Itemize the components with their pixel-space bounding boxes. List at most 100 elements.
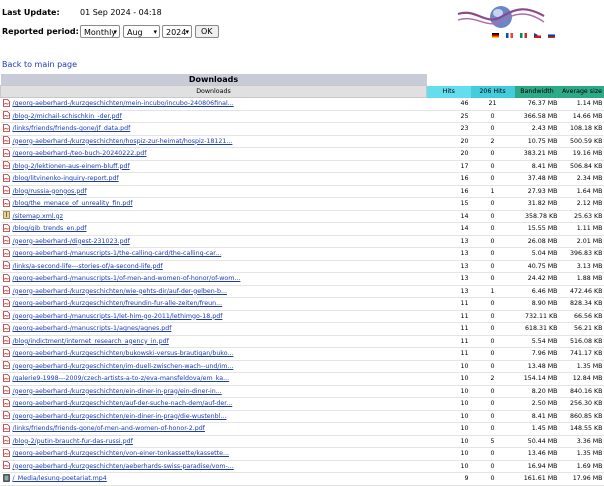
download-file-link[interactable]: /georg-aeberhard-/kurzgeschichten/wie-ge…: [13, 288, 227, 295]
download-file-link[interactable]: /blog/russia-gongos.pdf: [13, 188, 87, 195]
download-row: /links/a-second-life---stories-of/a-seco…: [1, 260, 604, 273]
download-hits-cell: 13: [427, 235, 471, 248]
download-file-link[interactable]: /georg-aeberhard-/kurzgeschichten/im-due…: [13, 363, 234, 370]
download-bandwidth-cell: 5.04 MB: [515, 248, 560, 261]
download-file-link[interactable]: /blog-2/michail-schischkin_-der.pdf: [13, 113, 122, 120]
download-file-link[interactable]: /georg-aeberhard-/kurzgeschichten/von-ei…: [13, 450, 230, 457]
download-file-link[interactable]: /blog/the_menace_of_unreality_fin.pdf: [13, 200, 133, 207]
download-206-hits-cell: 0: [471, 423, 515, 436]
download-file-link[interactable]: /links/friends/friends-gone/of-men-and-w…: [13, 425, 205, 432]
download-name-cell: /georg-aeberhard-/kurzgeschichten/ein-di…: [1, 410, 427, 423]
download-hits-cell: 16: [427, 173, 471, 186]
download-row: /georg-aeberhard-/kurzgeschichten/von-ei…: [1, 448, 604, 461]
download-file-link[interactable]: /_Media/lesung-poetariat.mp4: [13, 475, 107, 482]
download-file-link[interactable]: /georg-aeberhard-/digest-231023.pdf: [13, 238, 130, 245]
download-file-link[interactable]: /georg-aeberhard-/kurzgeschichten/bukows…: [13, 350, 234, 357]
download-file-link[interactable]: /georg-aeberhard-/manuscripts-1/agnes/ag…: [13, 325, 172, 332]
period-type-value: Monthly: [84, 28, 116, 37]
download-hits-cell: 25: [427, 110, 471, 123]
flag-it-icon[interactable]: [520, 33, 527, 38]
download-file-link[interactable]: /blog/litvinenko-inquiry-report.pdf: [13, 175, 119, 182]
col-average-size-header: Average size: [560, 86, 604, 98]
download-average-size-cell: 860.85 KB: [560, 410, 604, 423]
download-hits-cell: 20: [427, 135, 471, 148]
download-file-link[interactable]: /georg-aeberhard-/kurzgeschichten/ein-di…: [13, 413, 227, 420]
pdf-icon: [3, 99, 10, 107]
flag-fr-icon[interactable]: [506, 33, 513, 38]
download-file-link[interactable]: /georg-aeberhard-/kurzgeschichten/freund…: [13, 300, 223, 307]
download-206-hits-cell: 0: [471, 248, 515, 261]
download-file-link[interactable]: /georg-aeberhard-/manuscripts-1/the-call…: [13, 250, 222, 257]
download-file-link[interactable]: /links/friends/friends-gone/jf_data.pdf: [13, 125, 131, 132]
ok-button[interactable]: OK: [195, 25, 219, 38]
download-206-hits-cell: 0: [471, 235, 515, 248]
download-average-size-cell: 56.21 KB: [560, 323, 604, 336]
download-file-link[interactable]: /georg-aeberhard-/manuscripts-1/let-him-…: [13, 313, 223, 320]
col-bandwidth-header: Bandwidth: [515, 86, 560, 98]
download-average-size-cell: 741.17 KB: [560, 348, 604, 361]
download-average-size-cell: 1.64 MB: [560, 185, 604, 198]
download-206-hits-cell: 1: [471, 185, 515, 198]
pdf-icon: [3, 136, 10, 144]
pdf-icon: [3, 274, 10, 282]
download-206-hits-cell: 0: [471, 148, 515, 161]
download-file-link[interactable]: /blog/indictment/internet_research_agenc…: [13, 338, 169, 345]
download-file-link[interactable]: /blog-2/putin-braucht-fur-das-russi.pdf: [13, 438, 133, 445]
download-name-cell: /links/friends/friends-gone/jf_data.pdf: [1, 123, 427, 136]
download-file-link[interactable]: /georg-aeberhard-/kurzgeschichten/mein-i…: [13, 100, 234, 107]
download-file-link[interactable]: /blog/gib_trends_en.pdf: [13, 225, 87, 232]
download-hits-cell: 13: [427, 273, 471, 286]
download-row: /blog/the_menace_of_unreality_fin.pdf150…: [1, 198, 604, 211]
download-bandwidth-cell: 161.61 MB: [515, 473, 560, 486]
download-hits-cell: 17: [427, 160, 471, 173]
download-hits-cell: 10: [427, 360, 471, 373]
download-average-size-cell: 1.11 MB: [560, 223, 604, 236]
download-name-cell: /blog/the_menace_of_unreality_fin.pdf: [1, 198, 427, 211]
back-to-main-link[interactable]: Back to main page: [2, 60, 77, 69]
download-206-hits-cell: 0: [471, 260, 515, 273]
flag-de-icon[interactable]: [492, 33, 499, 38]
flag-cz-icon[interactable]: [534, 33, 541, 38]
download-hits-cell: 11: [427, 348, 471, 361]
download-hits-cell: 11: [427, 298, 471, 311]
pdf-icon: [3, 149, 10, 157]
download-file-link[interactable]: /georg-aeberhard-/kurzgeschichten/ein-di…: [13, 388, 222, 395]
download-name-cell: /georg-aeberhard-/kurzgeschichten/hospiz…: [1, 135, 427, 148]
download-206-hits-cell: 0: [471, 123, 515, 136]
download-average-size-cell: 1.14 MB: [560, 98, 604, 111]
download-name-cell: /georg-aeberhard-/teo-buch-20240222.pdf: [1, 148, 427, 161]
download-file-link[interactable]: /links/a-second-life---stories-of/a-seco…: [13, 263, 163, 270]
chevron-down-icon: ▾: [185, 26, 189, 39]
download-name-cell: /links/friends/friends-gone/of-men-and-w…: [1, 423, 427, 436]
download-bandwidth-cell: 27.93 MB: [515, 185, 560, 198]
download-bandwidth-cell: 24.42 MB: [515, 273, 560, 286]
download-average-size-cell: 66.56 KB: [560, 310, 604, 323]
download-file-link[interactable]: /georg-aeberhard-/kurzgeschichten/hospiz…: [13, 138, 233, 145]
download-name-cell: /galerie9-1998---2009/czech-artists-a-to…: [1, 373, 427, 386]
flag-ru-icon[interactable]: [548, 33, 555, 38]
download-name-cell: /blog/russia-gongos.pdf: [1, 185, 427, 198]
period-type-select[interactable]: Monthly▾: [80, 25, 120, 38]
download-average-size-cell: 1.35 MB: [560, 360, 604, 373]
download-file-link[interactable]: /georg-aeberhard-/teo-buch-20240222.pdf: [13, 150, 147, 157]
download-name-cell: /georg-aeberhard-/kurzgeschichten/ein-di…: [1, 385, 427, 398]
download-hits-cell: 11: [427, 323, 471, 336]
download-file-link[interactable]: /sitemap.xml.gz: [13, 213, 63, 220]
download-average-size-cell: 840.16 KB: [560, 385, 604, 398]
download-average-size-cell: 500.59 KB: [560, 135, 604, 148]
download-name-cell: /blog-2/michail-schischkin_-der.pdf: [1, 110, 427, 123]
download-file-link[interactable]: /georg-aeberhard-/kurzgeschichten/auf-de…: [13, 400, 233, 407]
download-file-link[interactable]: /georg-aeberhard-/kurzgeschichten/aeberh…: [13, 463, 234, 470]
download-hits-cell: 11: [427, 310, 471, 323]
download-file-link[interactable]: /galerie9-1998---2009/czech-artists-a-to…: [13, 375, 230, 382]
download-file-link[interactable]: /blog-2/lektionen-aus-einem-bluff.pdf: [13, 163, 130, 170]
download-row: /links/friends/friends-gone/of-men-and-w…: [1, 423, 604, 436]
download-average-size-cell: 516.08 KB: [560, 335, 604, 348]
download-average-size-cell: 19.16 MB: [560, 148, 604, 161]
download-file-link[interactable]: /georg-aeberhard-/manuscripts-1/of-men-a…: [13, 275, 241, 282]
pdf-icon: [3, 124, 10, 132]
download-name-cell: /georg-aeberhard-/manuscripts-1/let-him-…: [1, 310, 427, 323]
download-row: /georg-aeberhard-/kurzgeschichten/aeberh…: [1, 460, 604, 473]
year-select[interactable]: 2024▾: [162, 25, 192, 38]
month-select[interactable]: Aug▾: [123, 25, 160, 38]
